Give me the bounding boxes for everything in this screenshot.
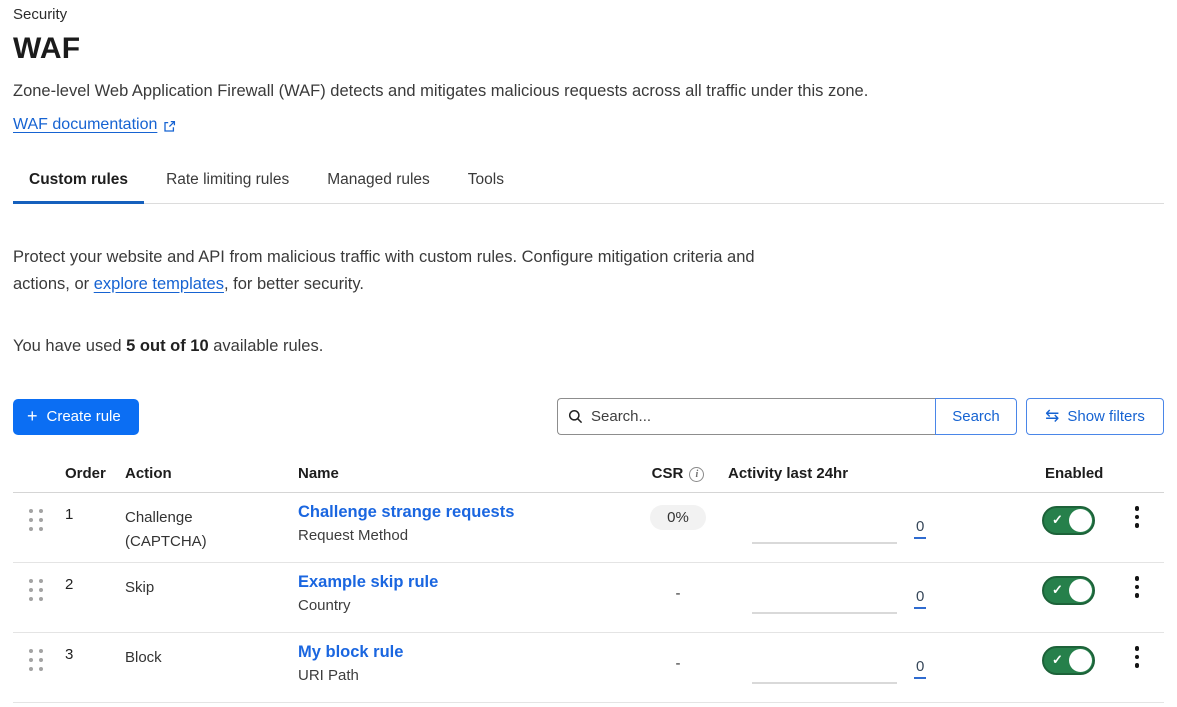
search-button[interactable]: Search xyxy=(935,398,1017,435)
col-header-name: Name xyxy=(298,465,628,482)
search-icon xyxy=(568,409,583,424)
col-header-action: Action xyxy=(125,465,298,482)
check-icon: ✓ xyxy=(1052,652,1063,668)
enabled-toggle[interactable]: ✓ xyxy=(1042,646,1095,675)
activity-sparkline xyxy=(752,542,897,544)
tab-managed-rules[interactable]: Managed rules xyxy=(311,171,446,203)
rule-name-link[interactable]: Challenge strange requests xyxy=(298,503,514,522)
usage-suffix: available rules. xyxy=(209,337,324,355)
kebab-menu-icon[interactable] xyxy=(1128,506,1146,528)
external-link-icon xyxy=(163,120,176,133)
drag-handle-icon[interactable] xyxy=(29,509,43,531)
waf-page: Security WAF Zone-level Web Application … xyxy=(0,0,1177,703)
kebab-menu-icon[interactable] xyxy=(1128,646,1146,668)
tab-rate-limiting-rules[interactable]: Rate limiting rules xyxy=(150,171,305,203)
tab-custom-rules[interactable]: Custom rules xyxy=(13,171,144,203)
csr-value: - xyxy=(676,585,681,602)
intro-text: Protect your website and API from malici… xyxy=(13,244,758,297)
show-filters-button[interactable]: ⇆ Show filters xyxy=(1026,398,1164,435)
check-icon: ✓ xyxy=(1052,582,1063,598)
plus-icon: + xyxy=(27,407,38,425)
csr-badge: 0% xyxy=(650,505,706,530)
tab-bar: Custom rules Rate limiting rules Managed… xyxy=(13,171,1164,204)
toolbar: + Create rule Search ⇆ Show filters xyxy=(13,398,1164,435)
create-rule-button[interactable]: + Create rule xyxy=(13,399,139,435)
col-header-csr: CSR i xyxy=(652,465,705,482)
activity-cell: 0 xyxy=(728,563,1028,625)
breadcrumb-security: Security xyxy=(13,6,1164,23)
table-row: 1 Challenge (CAPTCHA) Challenge strange … xyxy=(13,493,1164,563)
waf-documentation-link[interactable]: WAF documentation xyxy=(13,116,157,134)
rule-name-link[interactable]: My block rule xyxy=(298,643,403,662)
rule-field: URI Path xyxy=(298,667,628,684)
col-header-order: Order xyxy=(65,465,125,482)
activity-count-link[interactable]: 0 xyxy=(914,658,926,679)
csr-header-label: CSR xyxy=(652,465,684,482)
create-rule-label: Create rule xyxy=(47,408,121,425)
rule-order: 3 xyxy=(65,646,125,663)
table-row: 3 Block My block rule URI Path - 0 ✓ xyxy=(13,633,1164,703)
usage-text: You have used 5 out of 10 available rule… xyxy=(13,337,1164,356)
usage-prefix: You have used xyxy=(13,337,126,355)
activity-sparkline xyxy=(752,682,897,684)
rule-action: Challenge (CAPTCHA) xyxy=(125,506,225,554)
search-input[interactable] xyxy=(591,408,925,425)
activity-count-link[interactable]: 0 xyxy=(914,588,926,609)
rule-name-link[interactable]: Example skip rule xyxy=(298,573,438,592)
tab-tools[interactable]: Tools xyxy=(452,171,520,203)
intro-after: , for better security. xyxy=(224,275,364,293)
filters-swap-icon: ⇆ xyxy=(1045,406,1059,426)
usage-count: 5 out of 10 xyxy=(126,337,209,355)
kebab-menu-icon[interactable] xyxy=(1128,576,1146,598)
page-title: WAF xyxy=(13,32,1164,66)
search-box xyxy=(557,398,935,435)
col-header-enabled: Enabled xyxy=(1028,465,1110,482)
col-header-activity: Activity last 24hr xyxy=(728,465,1028,482)
rule-field: Country xyxy=(298,597,628,614)
rule-action: Skip xyxy=(125,576,225,600)
info-icon[interactable]: i xyxy=(689,467,704,482)
table-row: 2 Skip Example skip rule Country - 0 ✓ xyxy=(13,563,1164,633)
drag-handle-icon[interactable] xyxy=(29,579,43,601)
explore-templates-link[interactable]: explore templates xyxy=(94,275,224,293)
rules-table: Order Action Name CSR i Activity last 24… xyxy=(13,459,1164,703)
table-header-row: Order Action Name CSR i Activity last 24… xyxy=(13,459,1164,493)
enabled-toggle[interactable]: ✓ xyxy=(1042,576,1095,605)
activity-cell: 0 xyxy=(728,493,1028,555)
rule-action: Block xyxy=(125,646,225,670)
activity-count-link[interactable]: 0 xyxy=(914,518,926,539)
enabled-toggle[interactable]: ✓ xyxy=(1042,506,1095,535)
page-description: Zone-level Web Application Firewall (WAF… xyxy=(13,82,1164,101)
rule-field: Request Method xyxy=(298,527,628,544)
show-filters-label: Show filters xyxy=(1067,408,1145,425)
csr-value: - xyxy=(676,655,681,672)
activity-cell: 0 xyxy=(728,633,1028,695)
rule-order: 1 xyxy=(65,506,125,523)
activity-sparkline xyxy=(752,612,897,614)
drag-handle-icon[interactable] xyxy=(29,649,43,671)
rule-order: 2 xyxy=(65,576,125,593)
check-icon: ✓ xyxy=(1052,512,1063,528)
